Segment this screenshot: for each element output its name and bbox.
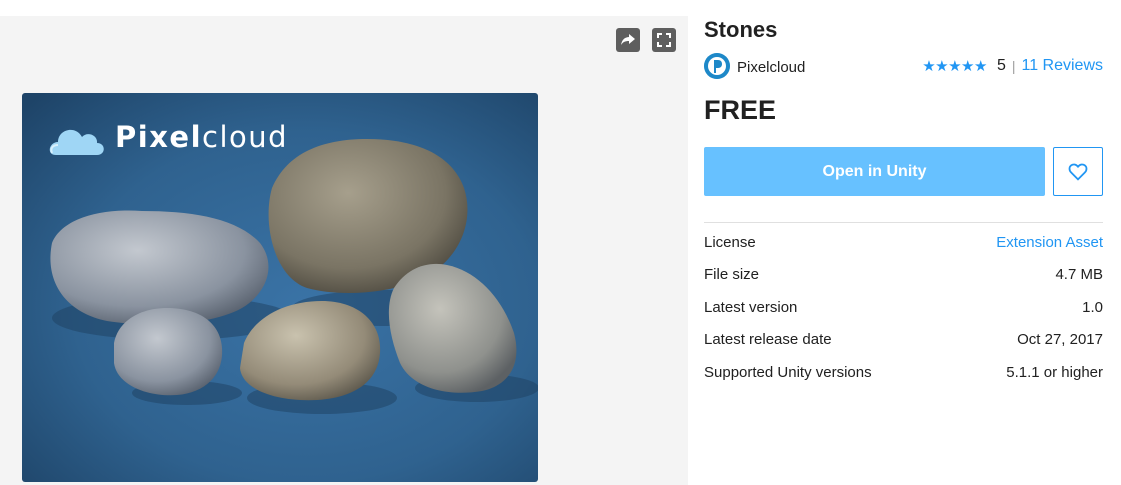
- details-label: File size: [704, 266, 760, 284]
- details-value-link[interactable]: Extension Asset: [996, 234, 1103, 251]
- details-value: 1.0: [1082, 298, 1103, 316]
- fullscreen-icon: [657, 33, 671, 47]
- details-row: Latest release date Oct 27, 2017: [704, 324, 1103, 357]
- publisher-avatar[interactable]: [704, 53, 730, 79]
- rating-divider: |: [1011, 58, 1016, 74]
- rating-stars: ★★★★★: [922, 58, 987, 75]
- asset-title: Stones: [704, 17, 778, 42]
- rating-summary: ★★★★★ 5 | 11 Reviews: [922, 57, 1103, 75]
- details-value: 5.1.1 or higher: [1006, 363, 1103, 381]
- details-value: 4.7 MB: [1055, 266, 1103, 284]
- details-row: Supported Unity versions 5.1.1 or higher: [704, 356, 1103, 389]
- details-label: Latest version: [704, 298, 798, 316]
- rating-score: 5: [996, 57, 1006, 74]
- details-row: Latest version 1.0: [704, 291, 1103, 324]
- share-button[interactable]: [616, 28, 640, 52]
- rock-large-gray: [50, 210, 269, 325]
- details-value: Oct 27, 2017: [1017, 331, 1103, 349]
- fullscreen-button[interactable]: [652, 28, 676, 52]
- rock-small-gray: [114, 308, 223, 396]
- hero-image[interactable]: Pixelcloud: [22, 93, 538, 482]
- details-row: License Extension Asset: [704, 226, 1103, 259]
- details-label: License: [704, 233, 756, 251]
- heart-outline-icon: [1068, 163, 1088, 181]
- asset-price: FREE: [704, 95, 777, 125]
- publisher-link[interactable]: Pixelcloud: [737, 59, 805, 76]
- details-label: Latest release date: [704, 331, 832, 349]
- asset-details-table: License Extension Asset File size 4.7 MB Lat…: [704, 222, 1103, 389]
- asset-gallery: Pixelcloud: [0, 16, 688, 485]
- hero-brand-text: Pixelcloud: [115, 120, 289, 154]
- add-to-favorites-button[interactable]: [1053, 147, 1103, 196]
- reviews-link[interactable]: 11 Reviews: [1021, 57, 1103, 75]
- details-row: File size 4.7 MB: [704, 259, 1103, 292]
- publisher-row: Pixelcloud ★★★★★ 5 | 11 Reviews: [704, 53, 1103, 79]
- share-arrow-icon: [621, 34, 635, 45]
- details-label: Supported Unity versions: [704, 363, 872, 381]
- open-in-unity-button[interactable]: Open in Unity: [704, 147, 1045, 196]
